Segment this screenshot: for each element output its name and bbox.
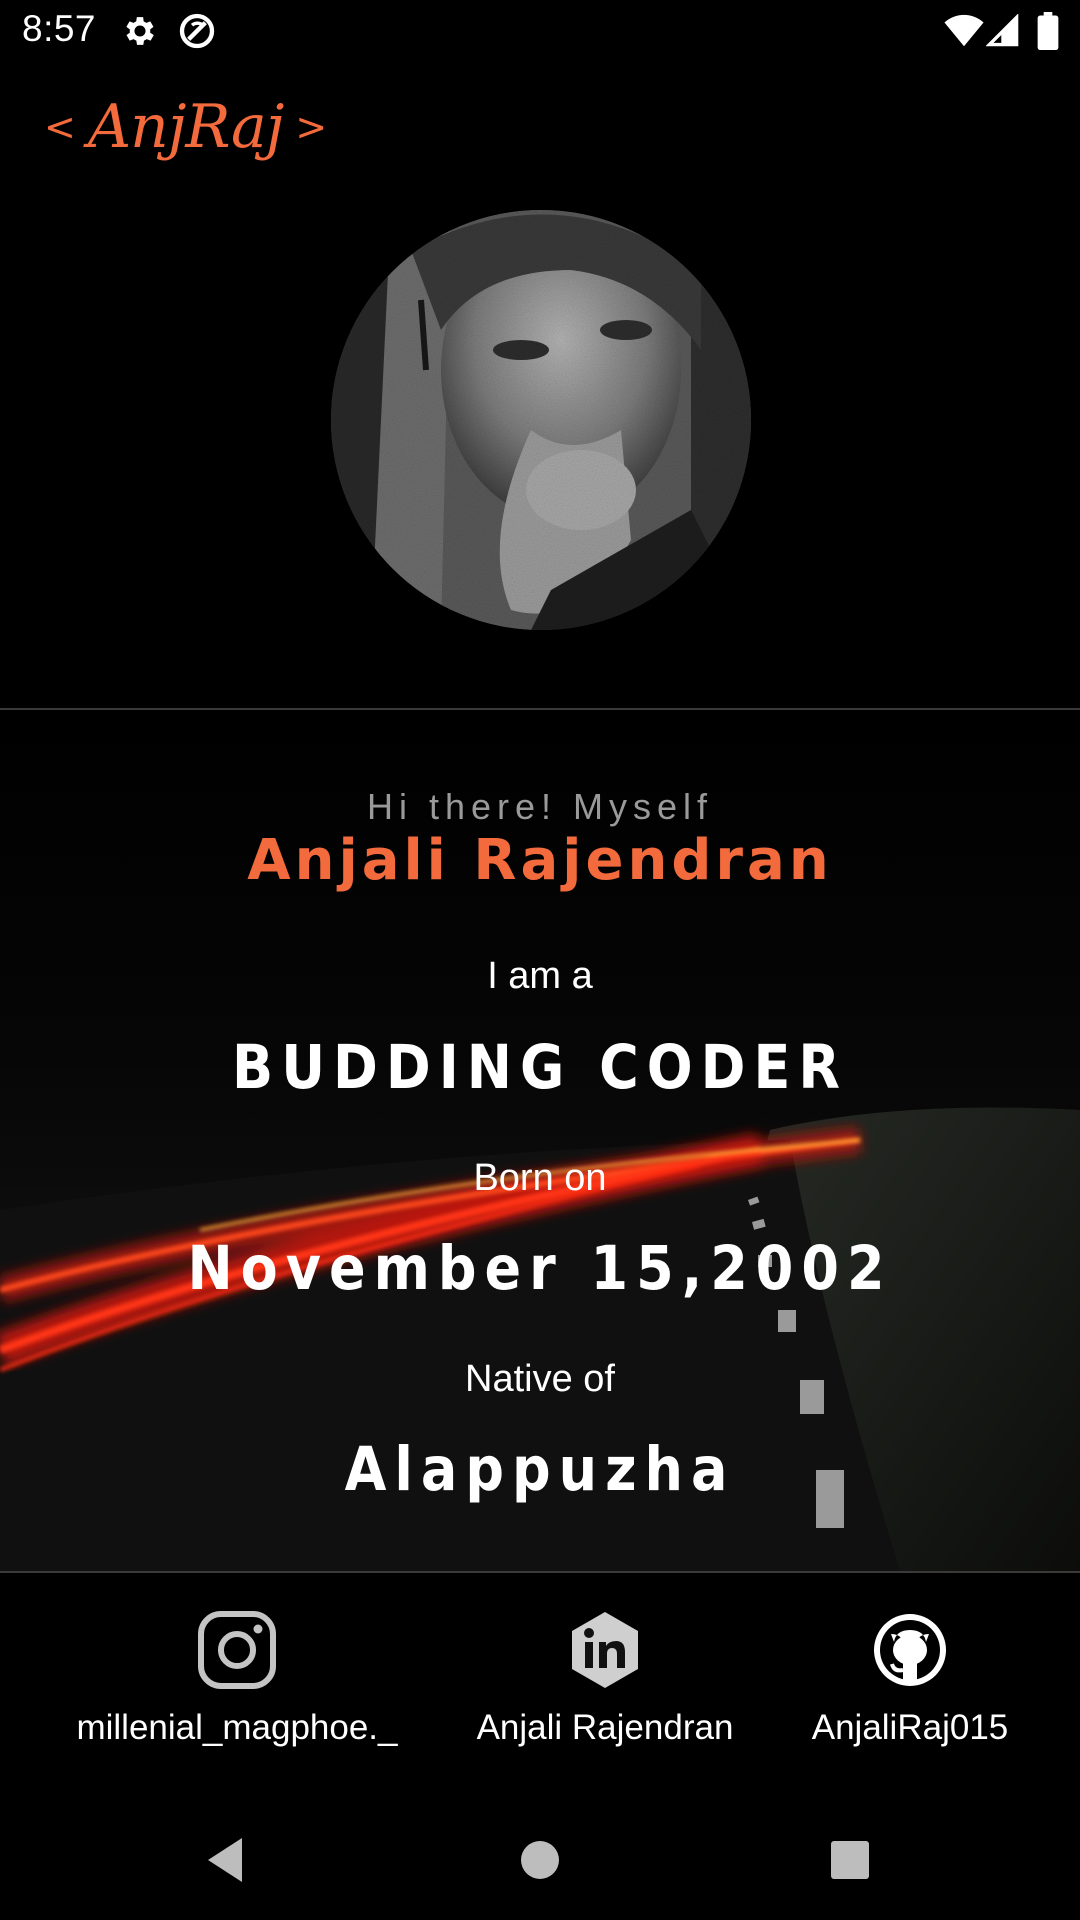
recent-apps-icon[interactable]: [820, 1830, 880, 1890]
avatar-image: [331, 210, 751, 630]
app-logo: < AnjRaj >: [44, 92, 327, 162]
status-bar: 8:57: [0, 0, 1080, 63]
instagram-link[interactable]: millenial_magphoe._: [57, 1610, 417, 1748]
sync-icon: [179, 13, 215, 49]
back-icon[interactable]: [200, 1830, 260, 1890]
logo-close-bracket: >: [295, 105, 328, 149]
native-value: Alappuzha: [344, 1434, 736, 1505]
profile-avatar: [331, 210, 751, 630]
instagram-handle[interactable]: millenial_magphoe._: [57, 1708, 417, 1748]
battery-icon: [1037, 12, 1059, 50]
logo-text: AnjRaj: [87, 92, 285, 162]
linkedin-icon[interactable]: [565, 1610, 645, 1690]
linkedin-link[interactable]: Anjali Rajendran: [425, 1610, 785, 1748]
logo-open-bracket: <: [44, 105, 76, 149]
born-label: Born on: [473, 1157, 607, 1199]
born-value: November 15,2002: [187, 1233, 893, 1304]
signal-icon: [986, 14, 1019, 47]
role-value: BUDDING CODER: [232, 1032, 848, 1103]
github-icon[interactable]: [870, 1610, 950, 1690]
profile-name: Anjali Rajendran: [247, 828, 833, 893]
linkedin-name[interactable]: Anjali Rajendran: [425, 1708, 785, 1748]
system-nav-bar: [0, 1800, 1080, 1920]
github-link[interactable]: AnjaliRaj015: [750, 1610, 1070, 1748]
role-label: I am a: [487, 955, 593, 997]
greeting-text: Hi there! Myself: [366, 786, 714, 827]
wifi-icon: [944, 14, 984, 47]
home-icon[interactable]: [510, 1830, 570, 1890]
section-divider-bottom: [0, 1571, 1080, 1573]
github-username[interactable]: AnjaliRaj015: [750, 1708, 1070, 1748]
status-time: 8:57: [22, 8, 97, 49]
gear-icon: [126, 17, 154, 45]
instagram-icon[interactable]: [197, 1610, 277, 1690]
native-label: Native of: [465, 1358, 615, 1400]
